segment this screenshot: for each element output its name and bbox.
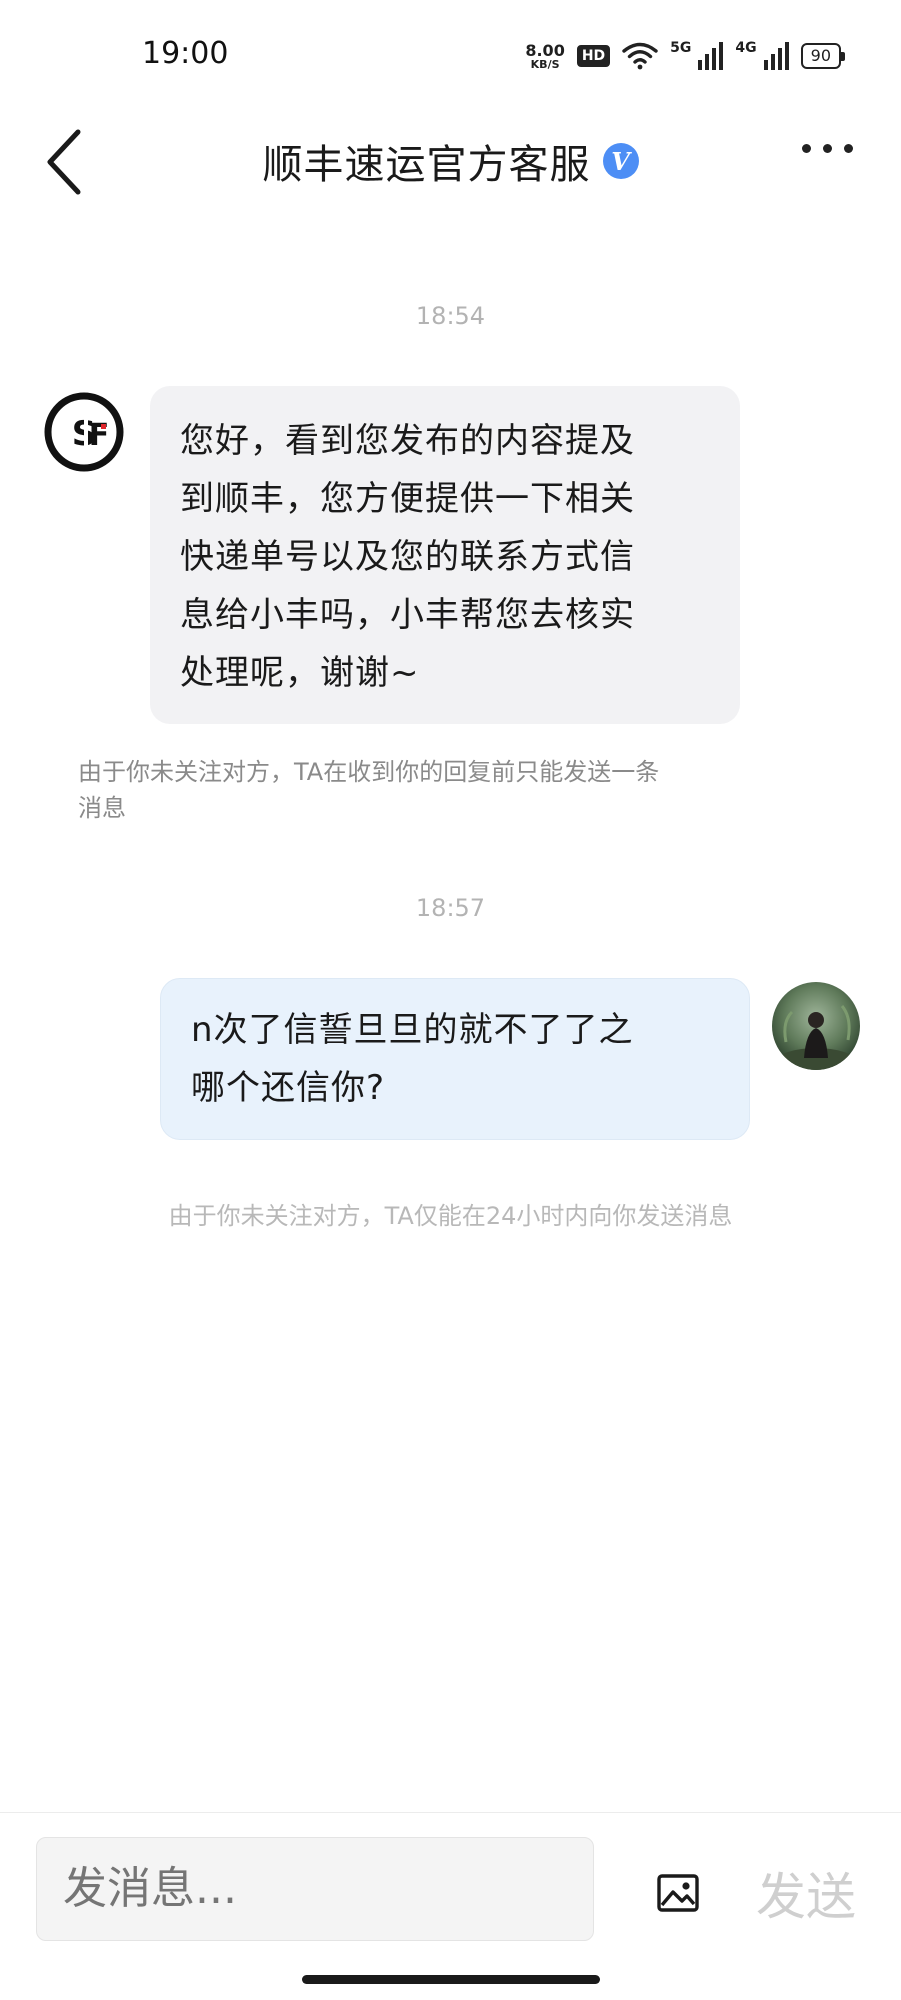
battery-icon: 90 bbox=[800, 43, 846, 69]
5g-label: 5G bbox=[670, 40, 692, 56]
outgoing-message-bubble[interactable]: n次了信誓旦旦的就不了了之 哪个还信你? bbox=[160, 978, 750, 1140]
message-line: 您好，看到您发布的内容提及 bbox=[180, 421, 635, 461]
chat-header: 顺丰速运官方客服 V bbox=[0, 112, 901, 212]
network-speed: 8.00 KB/S bbox=[525, 40, 565, 71]
svg-text:F: F bbox=[89, 418, 110, 453]
network-speed-unit: KB/S bbox=[530, 57, 560, 71]
4g-label: 4G bbox=[735, 40, 757, 56]
incoming-message-bubble[interactable]: 您好，看到您发布的内容提及 到顺丰，您方便提供一下相关 快递单号以及您的联系方式… bbox=[150, 386, 740, 724]
signal-5g-icon bbox=[698, 42, 724, 70]
message-line: 处理呢，谢谢~ bbox=[180, 653, 420, 693]
status-time: 19:00 bbox=[142, 36, 229, 71]
user-avatar[interactable] bbox=[772, 982, 860, 1070]
user-photo-icon bbox=[772, 982, 860, 1070]
more-options-button[interactable] bbox=[802, 144, 853, 153]
notice-line: 由于你未关注对方，TA在收到你的回复前只能发送一条 bbox=[78, 758, 660, 786]
system-notice: 由于你未关注对方，TA在收到你的回复前只能发送一条 消息 bbox=[78, 754, 838, 826]
message-line: 哪个还信你? bbox=[191, 1068, 386, 1108]
system-notice: 由于你未关注对方，TA仅能在24小时内向你发送消息 bbox=[168, 1202, 733, 1230]
message-line: 息给小丰吗，小丰帮您去核实 bbox=[180, 595, 635, 635]
sf-logo-icon: S F bbox=[44, 392, 124, 472]
message-line: 快递单号以及您的联系方式信 bbox=[180, 537, 635, 577]
sf-avatar[interactable]: S F bbox=[44, 392, 124, 472]
message-input[interactable] bbox=[36, 1837, 594, 1941]
dot-icon bbox=[823, 144, 832, 153]
status-icons: 8.00 KB/S HD 5G 4G 90 bbox=[525, 40, 846, 72]
dot-icon bbox=[802, 144, 811, 153]
message-line: n次了信誓旦旦的就不了了之 bbox=[191, 1010, 634, 1050]
dot-icon bbox=[844, 144, 853, 153]
hd-icon: HD bbox=[576, 45, 611, 67]
notice-line: 消息 bbox=[78, 794, 126, 822]
message-timestamp: 18:54 bbox=[415, 302, 486, 330]
verified-badge-icon: V bbox=[602, 143, 639, 179]
home-indicator[interactable] bbox=[302, 1975, 600, 1984]
send-button[interactable]: 发送 bbox=[756, 1857, 856, 1929]
signal-4g-icon bbox=[763, 42, 789, 70]
image-picker-button[interactable] bbox=[656, 1871, 700, 1915]
message-line: 到顺丰，您方便提供一下相关 bbox=[180, 479, 635, 519]
wifi-icon bbox=[622, 42, 658, 70]
message-timestamp: 18:57 bbox=[415, 894, 486, 922]
image-icon bbox=[657, 1874, 699, 1912]
input-bar: 发送 bbox=[0, 1812, 901, 2000]
status-bar: 19:00 8.00 KB/S HD 5G 4G 90 bbox=[0, 0, 901, 112]
network-speed-value: 8.00 bbox=[525, 40, 565, 60]
page-title: 顺丰速运官方客服 bbox=[262, 142, 591, 188]
title-wrap: 顺丰速运官方客服 V bbox=[0, 132, 901, 190]
